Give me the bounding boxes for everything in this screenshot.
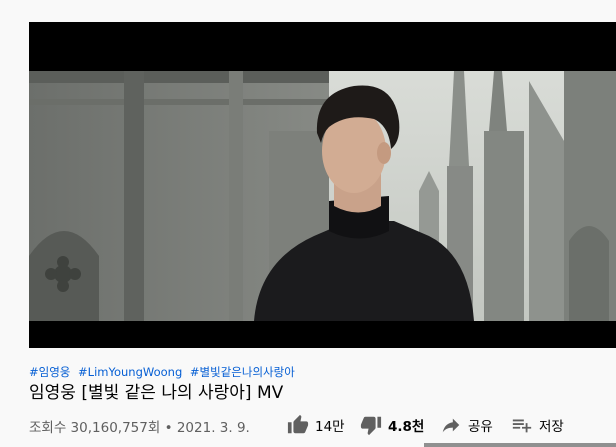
like-count: 14만 (315, 419, 345, 435)
share-icon (440, 414, 468, 436)
video-frame (29, 71, 616, 321)
video-meta: 조회수 30,160,757회 • 2021. 3. 9. (29, 416, 250, 436)
hashtag-list: #임영웅 #LimYoungWoong #별빛같은나의사랑아 (29, 364, 299, 380)
hashtag-link[interactable]: #임영웅 (29, 365, 70, 379)
video-player[interactable] (29, 22, 616, 348)
add-to-playlist-icon (511, 414, 539, 436)
dislike-button[interactable]: 4.8천 (360, 413, 424, 437)
thumb-up-icon (287, 414, 315, 436)
thumb-down-icon (360, 414, 388, 436)
view-count: 조회수 30,160,757회 (29, 420, 161, 436)
video-title: 임영웅 [별빛 같은 나의 사랑아] MV (29, 383, 284, 403)
upload-date: 2021. 3. 9. (176, 420, 250, 436)
save-label: 저장 (539, 419, 564, 435)
hashtag-link[interactable]: #별빛같은나의사랑아 (190, 365, 295, 379)
like-button[interactable]: 14만 (287, 413, 345, 437)
meta-separator: • (164, 420, 173, 436)
share-button[interactable]: 공유 (440, 413, 493, 437)
dislike-count: 4.8천 (388, 419, 425, 435)
share-label: 공유 (468, 419, 493, 435)
like-dislike-bar (424, 443, 616, 447)
save-button[interactable]: 저장 (511, 413, 564, 437)
hashtag-link[interactable]: #LimYoungWoong (78, 365, 182, 379)
